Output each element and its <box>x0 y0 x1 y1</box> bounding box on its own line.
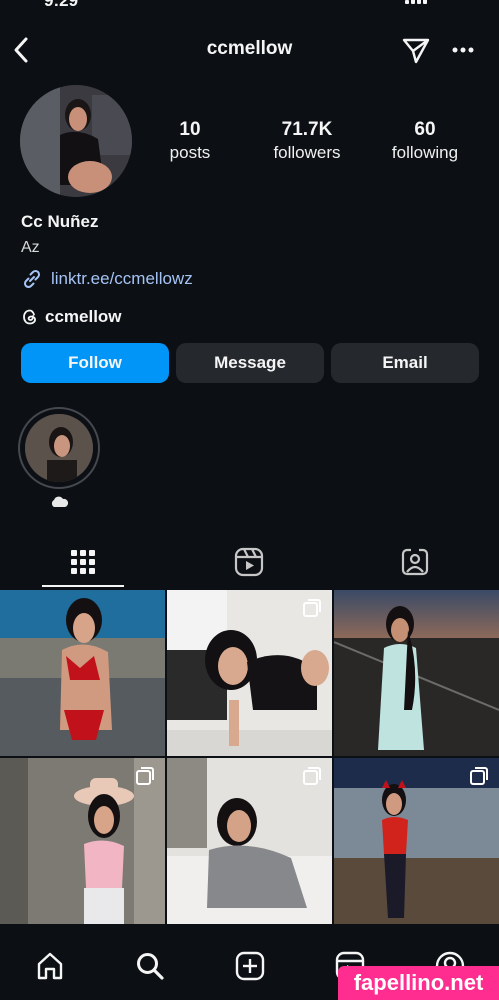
posts-stat[interactable]: 10 posts <box>160 118 220 164</box>
post-grid <box>0 590 499 930</box>
watermark-badge: fapellino.net <box>338 966 499 1000</box>
following-stat[interactable]: 60 following <box>382 118 468 164</box>
message-button[interactable]: Message <box>176 343 324 383</box>
bio-link[interactable]: linktr.ee/ccmellowz <box>21 267 193 291</box>
tab-reels[interactable] <box>166 538 332 586</box>
grid-icon <box>71 550 95 574</box>
multi-post-icon <box>302 766 322 786</box>
post-thumbnail[interactable] <box>334 590 499 756</box>
post-thumbnail[interactable] <box>0 590 165 756</box>
signal-icon <box>405 0 429 4</box>
status-time: 9:29 <box>44 0 79 10</box>
follow-button[interactable]: Follow <box>21 343 169 383</box>
post-thumbnail[interactable] <box>167 590 332 756</box>
story-highlight[interactable] <box>18 407 100 489</box>
profile-header: ccmellow <box>0 30 499 70</box>
threads-icon <box>23 309 36 325</box>
send-icon[interactable] <box>400 34 432 66</box>
followers-label: followers <box>273 143 341 162</box>
multi-post-icon <box>469 766 489 786</box>
posts-label: posts <box>169 143 211 162</box>
more-icon[interactable] <box>448 36 478 64</box>
tab-grid[interactable] <box>0 538 166 586</box>
link-icon <box>23 269 41 289</box>
highlight-cover <box>25 414 93 482</box>
tab-tagged[interactable] <box>332 538 498 586</box>
active-tab-indicator <box>42 585 124 587</box>
following-count: 60 <box>414 119 436 140</box>
home-icon[interactable] <box>30 946 70 986</box>
profile-tabs <box>0 538 499 588</box>
search-icon[interactable] <box>130 946 170 986</box>
bio-link-text[interactable]: linktr.ee/ccmellowz <box>51 269 193 289</box>
email-button[interactable]: Email <box>331 343 479 383</box>
post-thumbnail[interactable] <box>334 758 499 924</box>
post-thumbnail[interactable] <box>0 758 165 924</box>
multi-post-icon <box>135 766 155 786</box>
watermark-text: fapellino.net <box>353 970 484 995</box>
followers-count: 71.7K <box>281 119 333 140</box>
reels-icon <box>234 547 264 577</box>
status-bar: 9:29 <box>0 0 499 12</box>
post-thumbnail[interactable] <box>167 758 332 924</box>
followers-stat[interactable]: 71.7K followers <box>262 118 352 164</box>
posts-count: 10 <box>179 119 201 140</box>
multi-post-icon <box>302 598 322 618</box>
create-icon[interactable] <box>230 946 270 986</box>
following-label: following <box>391 143 459 162</box>
bio-text: Az <box>21 239 40 256</box>
display-name: Cc Nuñez <box>21 212 99 231</box>
tagged-icon <box>401 548 429 576</box>
threads-badge[interactable]: ccmellow <box>21 306 122 328</box>
cloud-icon <box>49 495 69 509</box>
threads-handle: ccmellow <box>45 307 122 326</box>
profile-avatar[interactable] <box>20 85 132 197</box>
